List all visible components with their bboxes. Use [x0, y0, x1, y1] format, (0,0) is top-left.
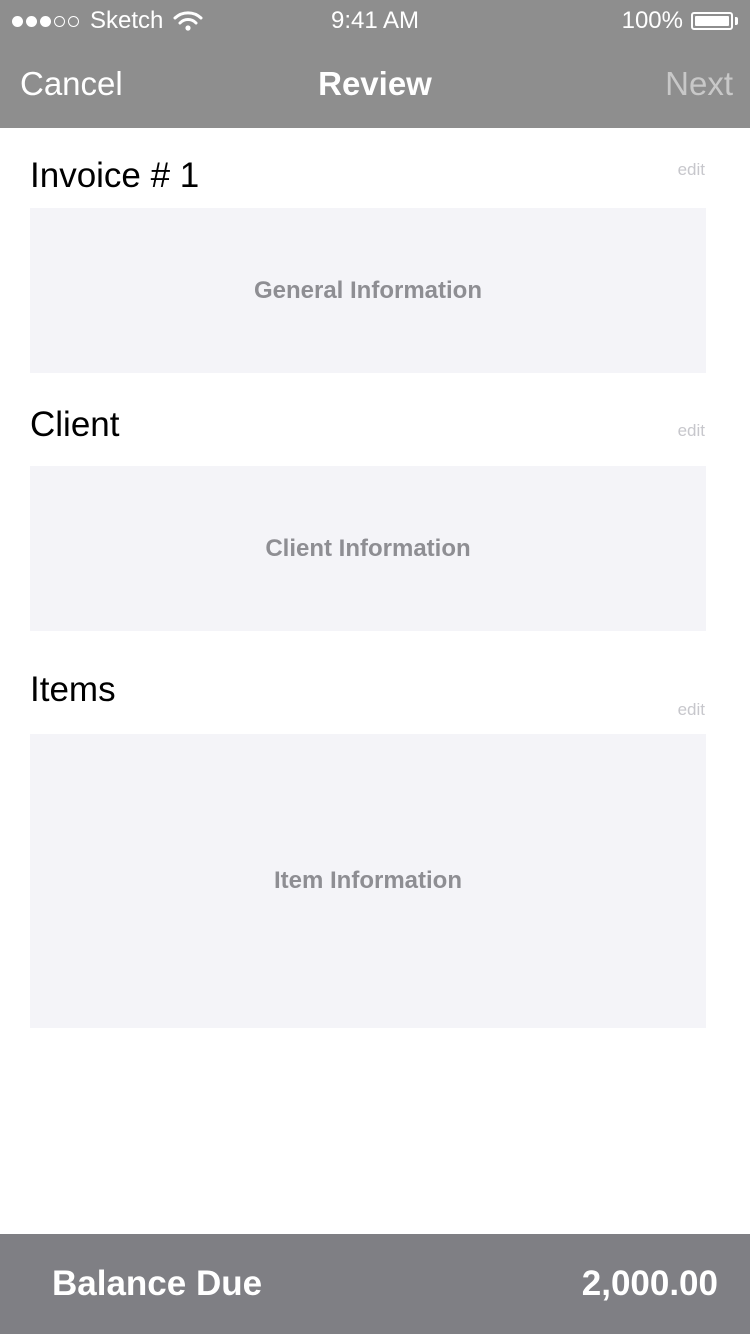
status-right: 100%: [622, 7, 738, 35]
client-information-card[interactable]: Client Information: [30, 466, 706, 631]
battery-percentage: 100%: [621, 7, 683, 34]
balance-due-bar: Balance Due 2,000.00: [0, 1234, 750, 1334]
balance-due-label: Balance Due: [52, 1264, 263, 1303]
edit-client-button[interactable]: edit: [678, 421, 705, 441]
status-bar: Sketch 9:41 AM 100%: [0, 0, 750, 42]
balance-due-amount: 2,000.00: [581, 1264, 718, 1303]
edit-items-button[interactable]: edit: [678, 700, 705, 720]
header: Sketch 9:41 AM 100% Cancel Review Next: [0, 0, 750, 128]
edit-invoice-button[interactable]: edit: [678, 160, 705, 180]
battery-fill: [695, 16, 729, 26]
client-title: Client: [30, 405, 120, 444]
item-information-label: Item Information: [273, 867, 462, 894]
general-information-card[interactable]: General Information: [30, 208, 706, 373]
battery-icon: [691, 12, 733, 30]
navigation-bar: Cancel Review Next: [0, 42, 750, 128]
battery-cap: [735, 17, 738, 25]
page-title: Review: [318, 65, 432, 102]
next-button[interactable]: Next: [665, 42, 733, 126]
invoice-title: Invoice # 1: [30, 156, 200, 195]
items-title: Items: [30, 670, 116, 709]
item-information-card[interactable]: Item Information: [30, 734, 706, 1028]
general-information-label: General Information: [253, 276, 483, 304]
client-information-label: Client Information: [265, 534, 471, 562]
